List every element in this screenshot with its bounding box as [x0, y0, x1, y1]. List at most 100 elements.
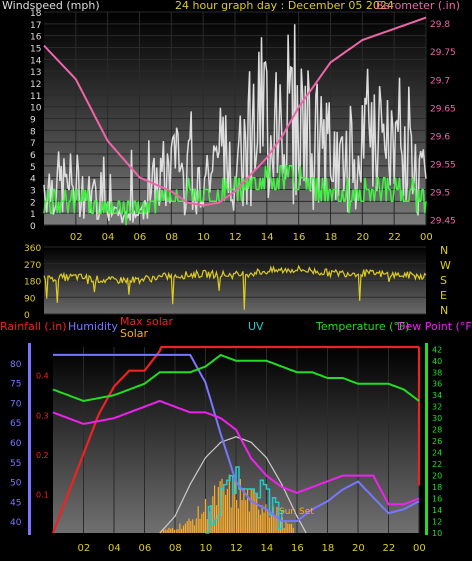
- weather-graph: Windspeed (mph) 24 hour graph day : Dece…: [0, 0, 472, 561]
- solar-bar: [276, 506, 278, 533]
- wind-y-tick: 17: [30, 21, 41, 31]
- wind-x-tick: 16: [293, 232, 306, 243]
- humidity-y-tick: 75: [10, 380, 21, 390]
- baro-y-tick: 29.65: [430, 104, 456, 114]
- temp-x-tick: 04: [108, 543, 121, 554]
- temp-x-tick: 10: [200, 543, 213, 554]
- solar-bar: [270, 514, 272, 533]
- temp-x-tick: 02: [78, 543, 91, 554]
- wind-x-tick: 14: [261, 232, 274, 243]
- solar-bar: [228, 474, 230, 533]
- solar-bar: [245, 500, 247, 533]
- wind-y-tick: 1: [30, 210, 36, 220]
- humidity-y-tick: 40: [10, 518, 22, 528]
- humidity-axis: [28, 343, 31, 535]
- solar-bar: [289, 524, 291, 533]
- temp-x-tick: 14: [261, 543, 274, 554]
- solar-bar: [217, 487, 219, 533]
- solar-bar: [256, 493, 258, 533]
- temp-y-tick: 36: [432, 380, 442, 389]
- dir-compass-label: N: [440, 244, 448, 257]
- humidity-y-tick: 80: [10, 360, 22, 370]
- temp-x-tick: 16: [291, 543, 304, 554]
- solar-bar: [241, 500, 243, 533]
- solar-bar: [177, 529, 179, 533]
- temp-x-tick: 20: [352, 543, 365, 554]
- temp-x-tick: 00: [413, 543, 426, 554]
- solar-bar: [287, 523, 289, 533]
- dir-compass-label: W: [440, 259, 451, 272]
- dir-y-tick: 180: [24, 278, 41, 288]
- wind-x-tick: 20: [356, 232, 369, 243]
- solar-bar: [252, 488, 254, 533]
- solar-bar: [226, 488, 228, 533]
- solar-bar: [259, 514, 261, 533]
- rain-y-tick: 0.1: [36, 490, 49, 499]
- wind-x-tick: 02: [70, 232, 83, 243]
- solar-bar: [168, 527, 170, 533]
- baro-y-tick: 29.55: [430, 160, 456, 170]
- wind-x-tick: 06: [134, 232, 147, 243]
- dir-y-tick: 90: [24, 294, 36, 304]
- solar-bar: [261, 505, 263, 533]
- temperature-axis: [425, 343, 428, 535]
- solar-bar: [193, 525, 196, 533]
- temp-y-tick: 12: [432, 518, 442, 527]
- wind-x-tick: 10: [197, 232, 210, 243]
- wind-y-tick: 12: [30, 80, 41, 90]
- wind-y-tick: 5: [30, 163, 36, 173]
- solar-bar: [197, 506, 199, 533]
- solar-bar: [181, 528, 183, 533]
- dir-compass-label: E: [440, 289, 447, 302]
- wind-y-tick: 3: [30, 187, 36, 197]
- humidity-y-tick: 50: [10, 479, 22, 489]
- temp-x-tick: 08: [169, 543, 182, 554]
- temp-x-tick: 12: [230, 543, 243, 554]
- solar-bar: [263, 512, 265, 533]
- wind-y-tick: 13: [30, 68, 41, 78]
- wind-y-tick: 6: [30, 151, 36, 161]
- temp-y-tick: 14: [432, 506, 442, 515]
- solar-bar: [192, 519, 194, 533]
- solar-bar: [234, 476, 236, 533]
- solar-bar: [290, 523, 293, 533]
- solar-bar: [237, 508, 239, 533]
- dir-compass-label: S: [440, 274, 447, 287]
- solar-bar: [223, 484, 225, 533]
- temp-y-tick: 38: [432, 368, 442, 377]
- wind-y-tick: 2: [30, 198, 36, 208]
- temp-y-tick: 32: [432, 403, 442, 412]
- wind-y-tick: 0: [30, 222, 36, 232]
- dir-y-tick: 0: [24, 311, 30, 321]
- solar-bar: [268, 517, 271, 533]
- baro-y-tick: 29.5: [430, 188, 450, 198]
- temp-x-tick: 22: [383, 543, 396, 554]
- solar-bar: [254, 492, 256, 533]
- baro-y-tick: 29.8: [430, 20, 450, 30]
- solar-bar: [188, 518, 190, 533]
- humidity-y-tick: 65: [10, 419, 21, 429]
- dir-compass-label: N: [440, 304, 448, 317]
- wind-y-tick: 14: [30, 56, 42, 66]
- solar-bar: [203, 511, 205, 533]
- solar-bar: [195, 518, 197, 533]
- temp-y-tick: 28: [432, 426, 442, 435]
- solar-bar: [182, 525, 185, 533]
- wind-y-tick: 16: [30, 33, 42, 43]
- humidity-y-tick: 60: [10, 439, 22, 449]
- wind-y-tick: 18: [30, 9, 42, 19]
- solar-bar: [190, 521, 192, 533]
- temp-y-tick: 34: [432, 391, 442, 400]
- solar-bar: [236, 500, 238, 533]
- chart-canvas: 012345678910111213141516171829.4529.529.…: [10, 9, 456, 554]
- solar-bar: [212, 496, 214, 533]
- dir-y-tick: 270: [24, 261, 41, 271]
- solar-bar: [230, 507, 232, 533]
- temp-y-tick: 30: [432, 414, 442, 423]
- wind-y-tick: 4: [30, 175, 36, 185]
- temp-x-tick: 06: [139, 543, 152, 554]
- wind-x-tick: 12: [229, 232, 242, 243]
- solar-bar: [214, 485, 216, 533]
- wind-x-tick: 18: [325, 232, 338, 243]
- solar-bar: [199, 518, 201, 533]
